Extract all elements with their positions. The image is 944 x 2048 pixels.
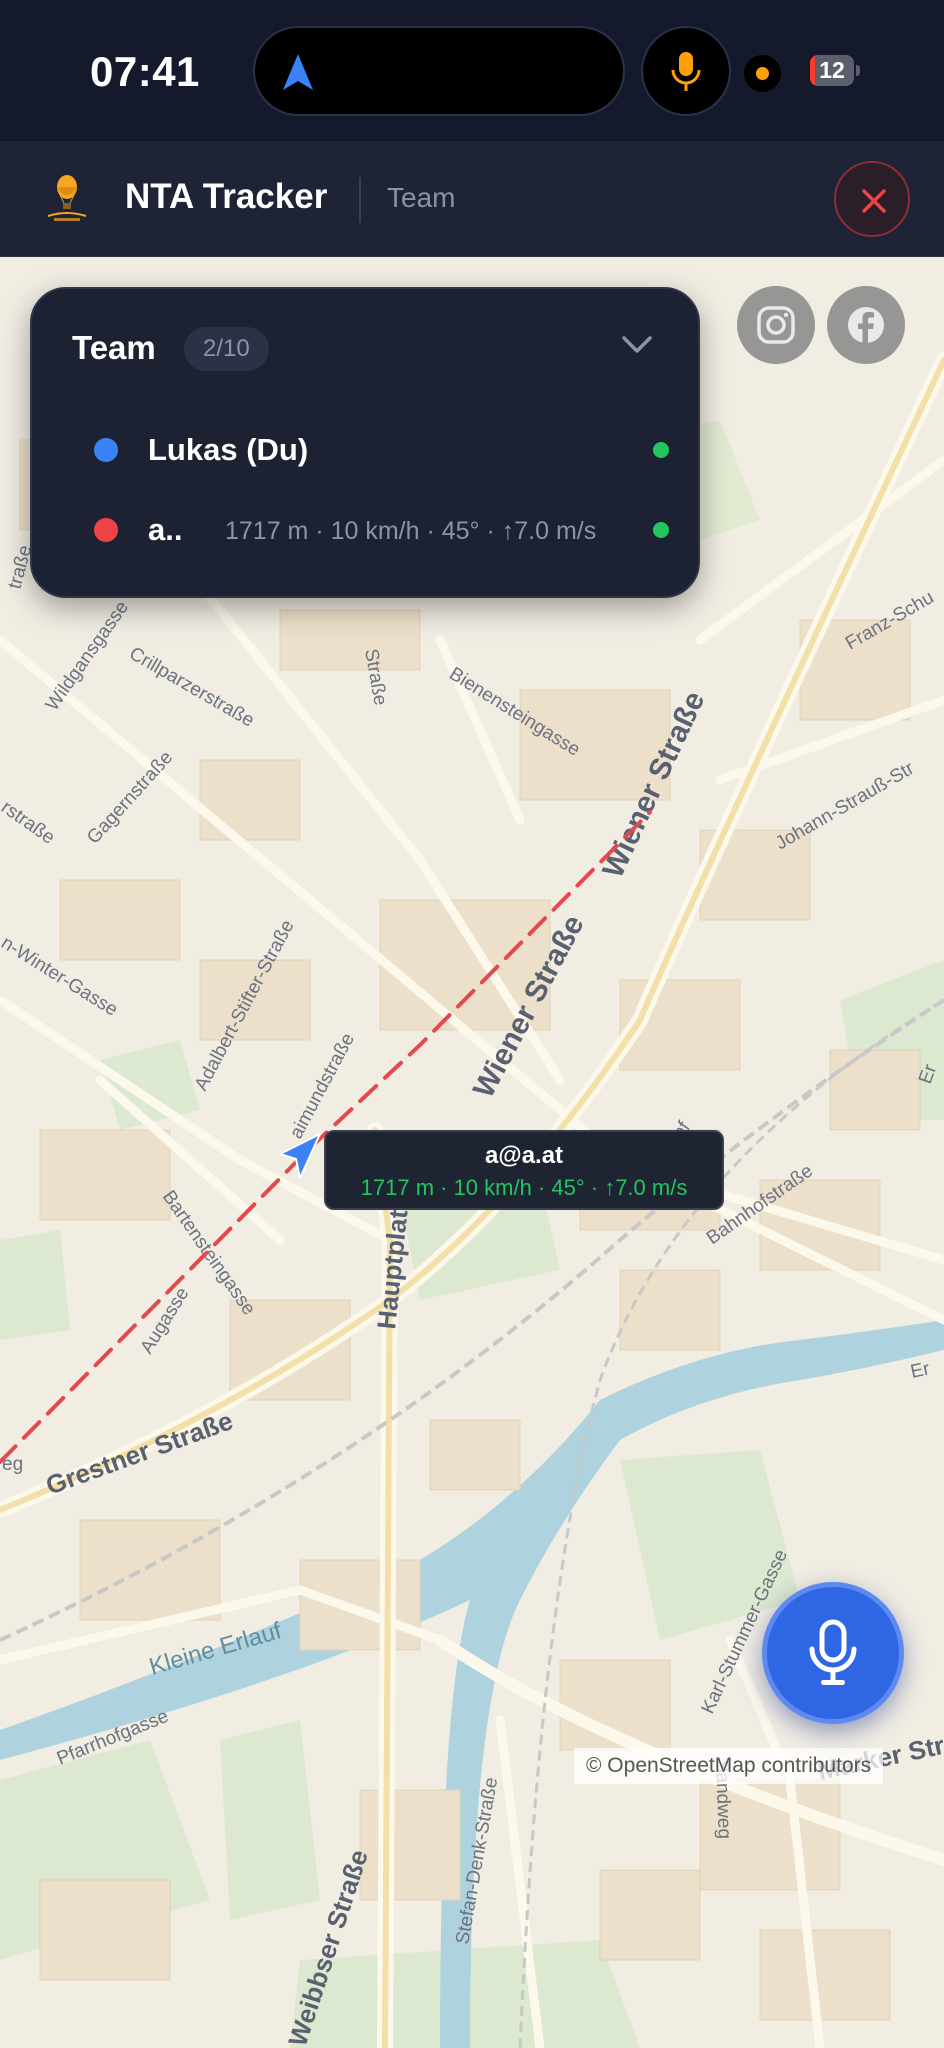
microphone-icon (671, 52, 701, 91)
close-button[interactable] (834, 161, 910, 237)
street-label: Grestner Straße (42, 1405, 237, 1500)
status-bar: 07:41 12 (0, 0, 944, 141)
chevron-down-icon[interactable] (620, 333, 654, 357)
tooltip-name: a@a.at (484, 1142, 564, 1169)
battery-cap (856, 65, 860, 76)
street-label: Gagernstraße (83, 747, 177, 848)
member-online-indicator (653, 442, 669, 458)
team-count-badge: 2/10 (184, 327, 269, 371)
team-panel-title: Team (72, 329, 156, 366)
close-icon (862, 189, 886, 213)
street-label: Johann-Strauß-Str (772, 758, 918, 855)
member-color-dot (94, 518, 118, 542)
street-label: Weibbser Straße (282, 1846, 374, 2048)
member-name: a.. (148, 512, 183, 547)
member-online-indicator (653, 522, 669, 538)
team-member-row[interactable]: a.. 1717 m · 10 km/h · 45° · ↑7.0 m/s (72, 505, 672, 555)
header-divider (359, 177, 361, 223)
instagram-button[interactable] (737, 286, 815, 364)
street-label: Wiener Straße (467, 910, 591, 1103)
hot-air-balloon-logo-icon (47, 175, 87, 221)
street-label: Pfarrhofgasse (54, 1706, 172, 1770)
voice-button[interactable] (762, 1582, 904, 1724)
facebook-button[interactable] (827, 286, 905, 364)
status-time: 07:41 (90, 48, 200, 95)
member-name: Lukas (Du) (148, 432, 309, 467)
mic-indicator (641, 26, 731, 116)
street-label: Hauptplatz (371, 1195, 415, 1330)
street-label: n-Winter-Gasse (0, 932, 121, 1020)
street-label: Bienensteingasse (445, 663, 583, 760)
street-label: Stefan-Denk-Straße (452, 1776, 502, 1946)
street-label: Er (915, 1061, 941, 1087)
facebook-icon (848, 307, 884, 343)
instagram-icon (757, 306, 795, 344)
battery-level: 12 (819, 57, 845, 83)
microphone-icon (809, 1619, 857, 1685)
dynamic-island (253, 26, 625, 116)
street-label: Crillparzerstraße (126, 643, 258, 731)
street-label: rstraße (0, 797, 58, 849)
member-stats: 1717 m · 10 km/h · 45° · ↑7.0 m/s (225, 517, 597, 545)
tooltip-stats: 1717 m · 10 km/h · 45° · ↑7.0 m/s (360, 1175, 688, 1200)
street-label: Franz-Schu (842, 587, 938, 654)
battery-icon: 12 (810, 55, 854, 86)
team-panel: Team 2/10 Lukas (Du) a.. 1717 m · 10 km/… (30, 287, 700, 598)
street-label: Adalbert-Stifter-Straße (191, 917, 299, 1095)
street-label: Straße (360, 647, 391, 707)
member-tooltip: a@a.at 1717 m · 10 km/h · 45° · ↑7.0 m/s (324, 1130, 724, 1210)
street-label: Augasse (136, 1284, 193, 1358)
header-section: Team (387, 182, 456, 213)
street-label: Wiener Straße (596, 686, 711, 883)
member-color-dot (94, 438, 118, 462)
app-header: NTA Tracker Team (0, 141, 944, 257)
app-title: NTA Tracker (125, 177, 328, 216)
user-location-marker-icon[interactable] (276, 1132, 322, 1180)
team-member-row[interactable]: Lukas (Du) (72, 425, 672, 475)
map-attribution[interactable]: © OpenStreetMap contributors (574, 1748, 884, 1784)
location-arrow-icon (283, 54, 313, 90)
street-label: aimundstraße (286, 1030, 359, 1142)
street-label: Wildgansgasse (42, 597, 133, 715)
street-label: Kleine Erlauf (146, 1617, 285, 1681)
street-label: Er (909, 1358, 933, 1383)
recording-dot-icon (744, 55, 781, 92)
